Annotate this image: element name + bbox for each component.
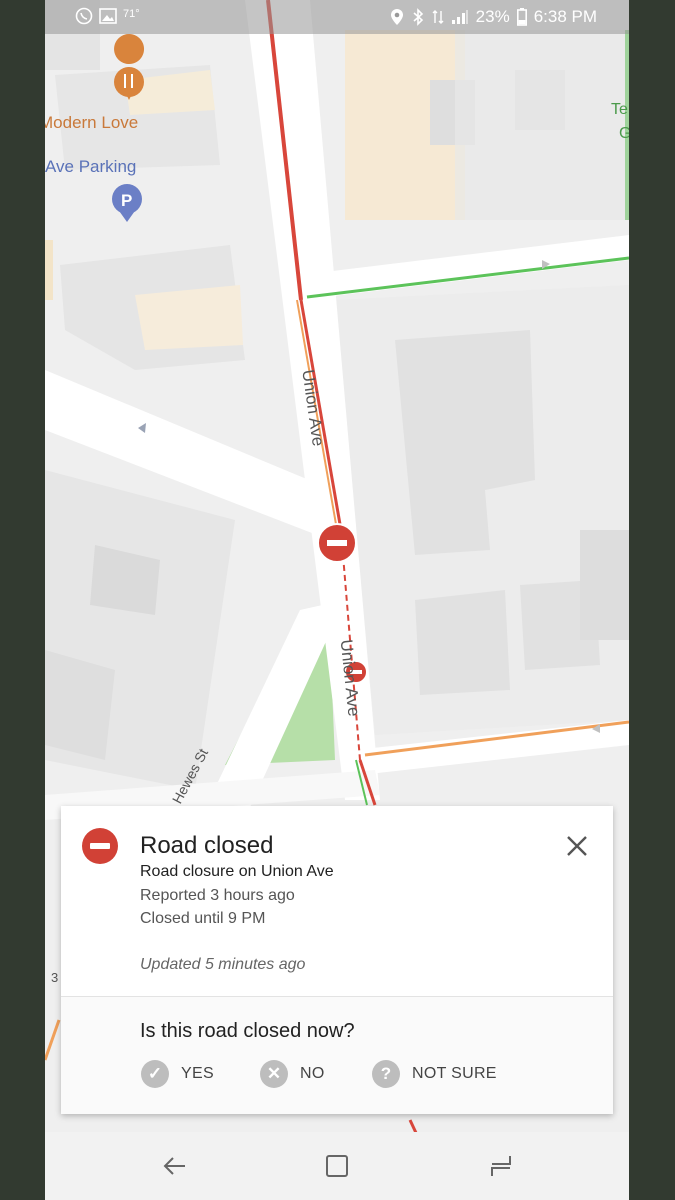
data-icon bbox=[432, 10, 444, 24]
question-circle-icon: ? bbox=[372, 1060, 400, 1088]
back-button[interactable] bbox=[157, 1148, 193, 1184]
battery-icon bbox=[516, 8, 527, 26]
closed-until: Closed until 9 PM bbox=[140, 910, 266, 927]
reported-time: Reported 3 hours ago bbox=[140, 887, 295, 904]
close-icon bbox=[567, 836, 587, 856]
street-label-partial: 3 bbox=[51, 970, 59, 985]
check-circle-icon: ✓ bbox=[141, 1060, 169, 1088]
feedback-section: Is this road closed now? ✓ YES ✕ NO ? NO… bbox=[61, 997, 613, 1114]
building bbox=[415, 590, 510, 695]
road-closed-icon bbox=[82, 828, 118, 864]
recents-button[interactable] bbox=[483, 1148, 519, 1184]
location-icon bbox=[390, 9, 403, 25]
x-circle-icon: ✕ bbox=[260, 1060, 288, 1088]
signal-icon bbox=[451, 10, 468, 24]
navigation-bar bbox=[45, 1132, 629, 1200]
closure-details: Road closed Road closure on Union Ave Re… bbox=[61, 806, 613, 996]
home-button[interactable] bbox=[320, 1148, 356, 1184]
poi-label-restaurant[interactable]: Modern Love bbox=[45, 113, 138, 133]
not-sure-button[interactable]: ? NOT SURE bbox=[372, 1059, 497, 1089]
poi-label-edge-bottom: G bbox=[619, 125, 629, 142]
road-closure-card: Road closed Road closure on Union Ave Re… bbox=[61, 806, 613, 1114]
updated-time: Updated 5 minutes ago bbox=[140, 956, 306, 973]
poi-label-parking[interactable]: Ave Parking bbox=[45, 157, 136, 177]
not-sure-label: NOT SURE bbox=[412, 1065, 497, 1082]
yes-label: YES bbox=[181, 1065, 214, 1082]
poi-label-edge-top: Te bbox=[611, 101, 628, 118]
close-button[interactable] bbox=[559, 828, 595, 864]
card-title: Road closed bbox=[140, 832, 274, 859]
temperature: 71° bbox=[123, 8, 140, 20]
phone-screen: P Modern Love Ave Parking Te G Union Ave… bbox=[45, 0, 629, 1200]
recents-icon bbox=[491, 1156, 511, 1176]
feedback-question: Is this road closed now? bbox=[140, 1020, 355, 1042]
yes-button[interactable]: ✓ YES bbox=[141, 1059, 214, 1089]
closure-subtitle: Road closure on Union Ave bbox=[140, 863, 334, 880]
back-icon bbox=[163, 1157, 185, 1175]
no-label: NO bbox=[300, 1065, 325, 1082]
bluetooth-icon bbox=[413, 8, 423, 26]
gallery-icon bbox=[99, 8, 117, 24]
clock: 6:38 PM bbox=[533, 7, 597, 26]
svg-text:P: P bbox=[121, 191, 132, 210]
no-button[interactable]: ✕ NO bbox=[260, 1059, 325, 1089]
road-closed-marker[interactable] bbox=[317, 523, 357, 563]
battery-percent: 23% bbox=[475, 7, 510, 26]
status-bar: 71° 23% 6:38 PM bbox=[45, 0, 629, 34]
whatsapp-icon bbox=[75, 7, 93, 25]
home-icon bbox=[326, 1155, 348, 1177]
